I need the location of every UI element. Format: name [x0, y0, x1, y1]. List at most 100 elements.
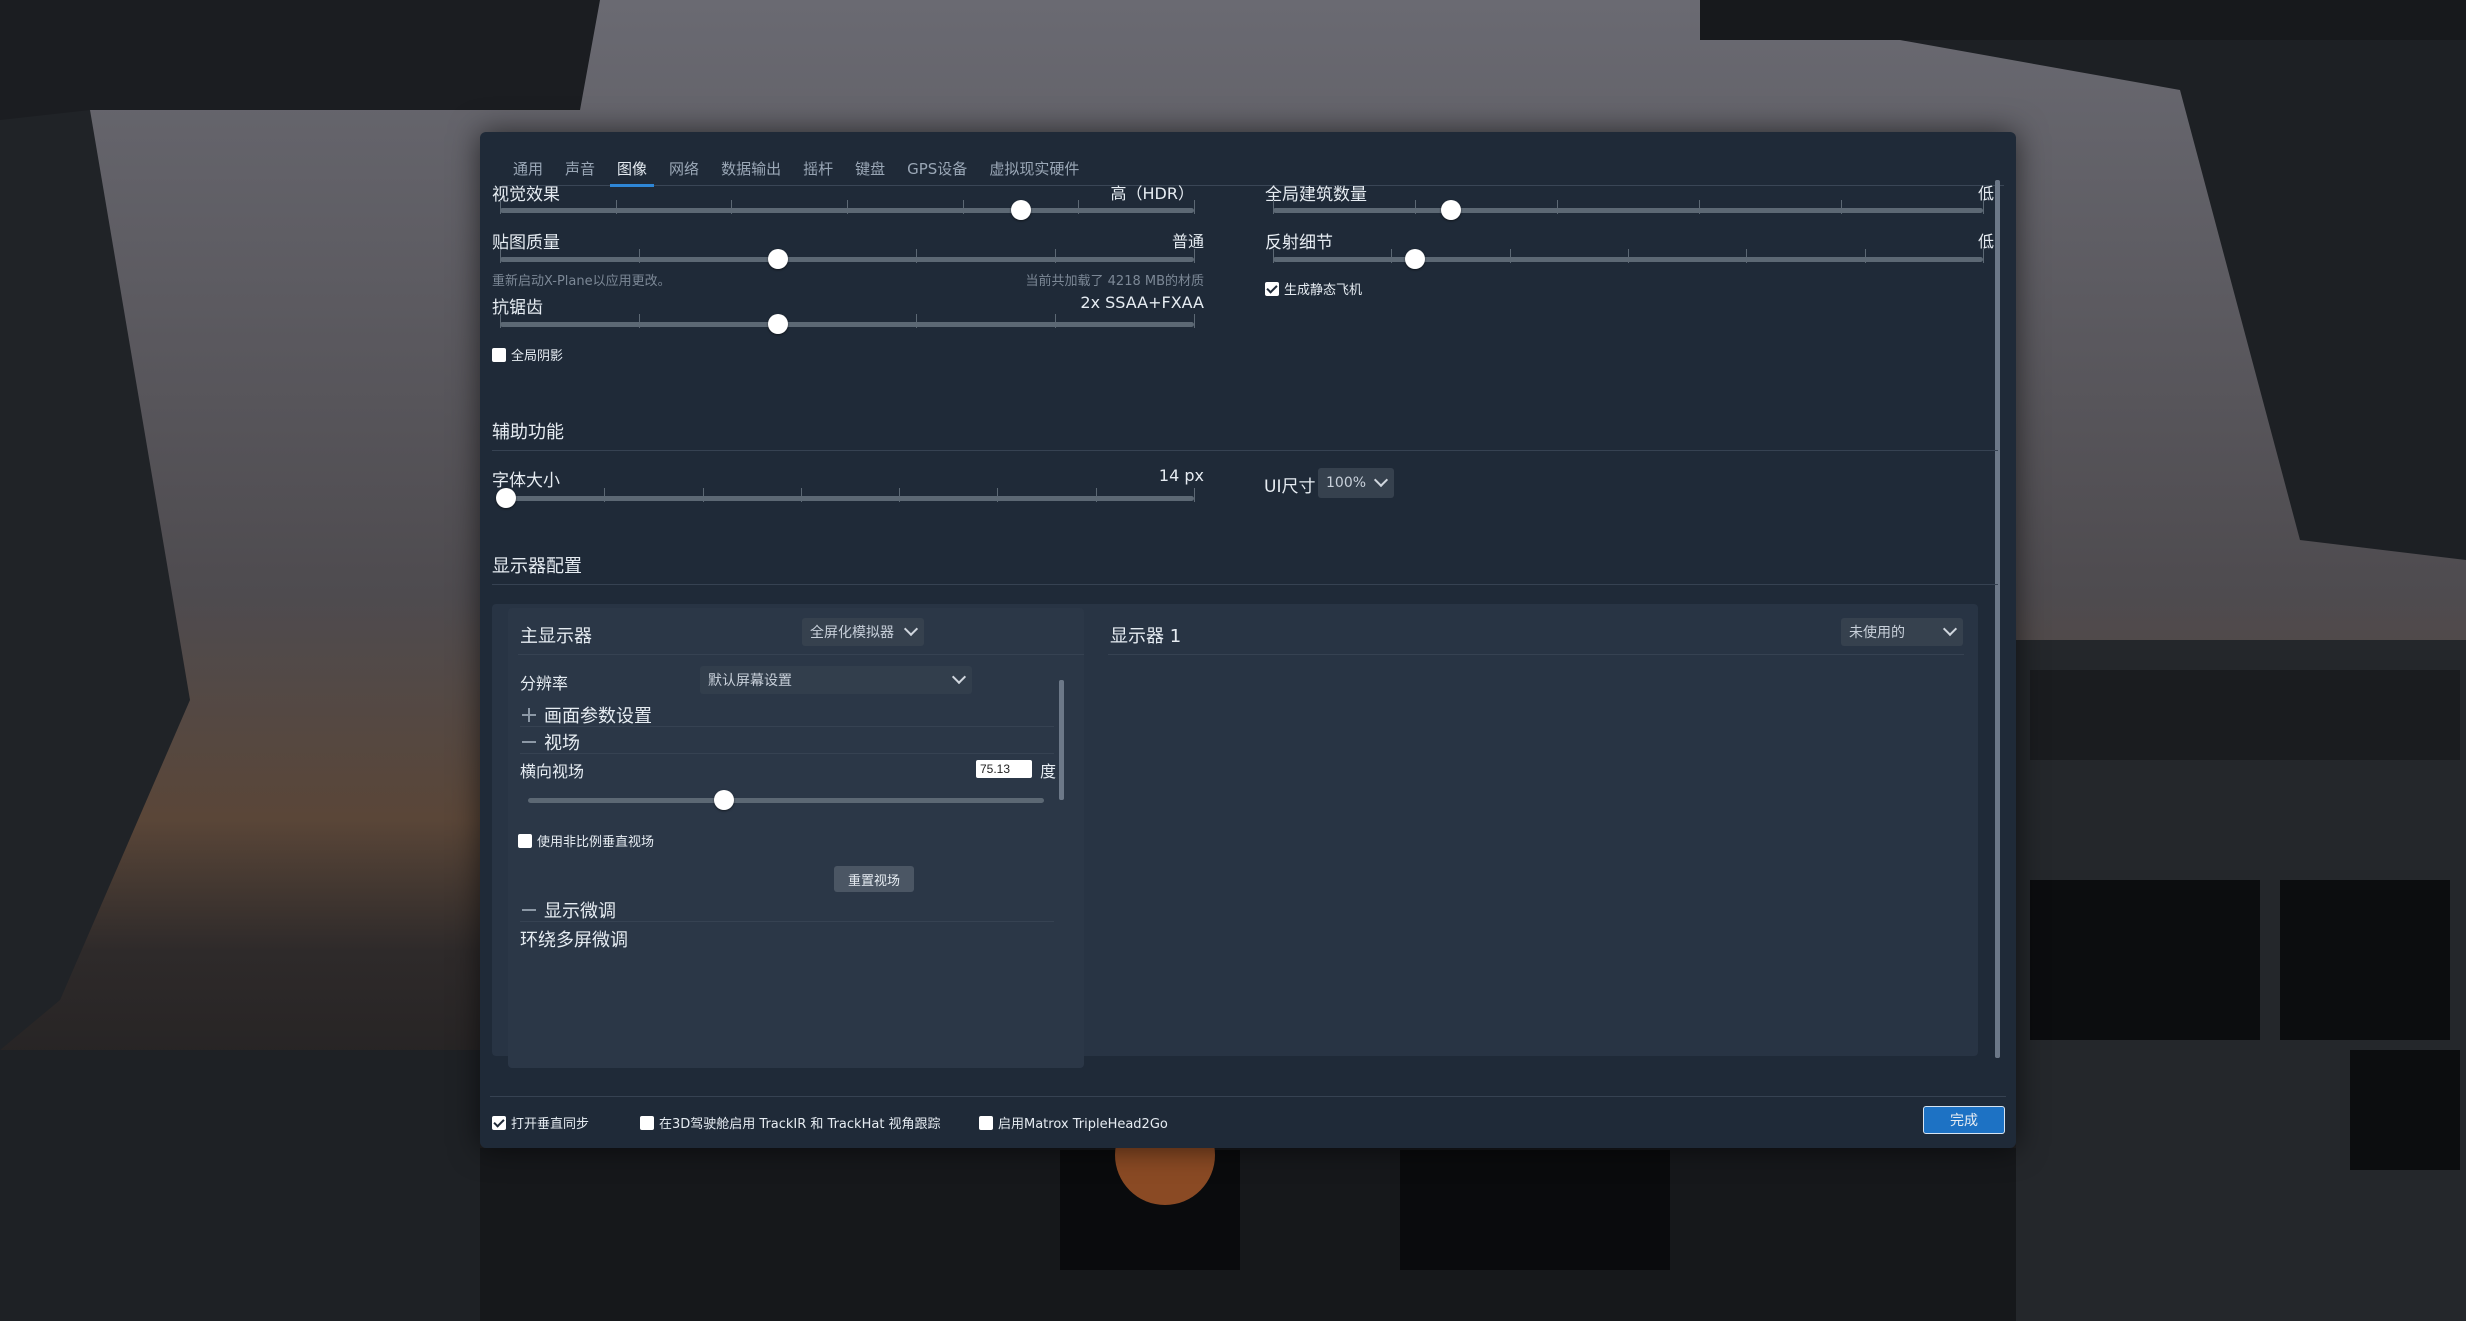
- slider-track[interactable]: [528, 798, 1044, 803]
- hfov-input[interactable]: [976, 760, 1032, 778]
- tab-network[interactable]: 网络: [658, 146, 710, 186]
- slider-tick: [1983, 249, 1984, 263]
- slider-knob[interactable]: [496, 488, 516, 508]
- slider-tick: [800, 488, 802, 502]
- tab-graphics[interactable]: 图像: [606, 146, 658, 187]
- collapse-minus-icon: [520, 733, 538, 751]
- slider-tick: [1194, 249, 1195, 263]
- global-shadows-box[interactable]: [492, 347, 506, 362]
- chevron-down-icon: [1942, 621, 1958, 637]
- ui-size-label: UI尺寸: [1264, 477, 1316, 497]
- monitor-1-mode-value: 未使用的: [1849, 625, 1905, 641]
- tab-gps-devices[interactable]: GPS设备: [896, 146, 978, 186]
- monitor-1-divider: [1108, 654, 1964, 655]
- slider-tick: [962, 200, 964, 214]
- done-button[interactable]: 完成: [1923, 1106, 2005, 1134]
- slider-tick: [731, 200, 733, 214]
- slider-track[interactable]: [500, 322, 1194, 327]
- chevron-down-icon: [951, 669, 967, 685]
- matrox-box[interactable]: [979, 1115, 993, 1130]
- reflection-detail-slider[interactable]: [1273, 249, 1984, 269]
- trackir-checkbox[interactable]: 在3D驾驶舱启用 TrackIR 和 TrackHat 视角跟踪: [640, 1113, 941, 1132]
- slider-tick: [1194, 488, 1195, 502]
- collapse-minus-icon: [520, 901, 538, 919]
- hfov-slider[interactable]: [528, 790, 1044, 810]
- slider-tick: [615, 200, 617, 214]
- primary-monitor-scrollbar-thumb[interactable]: [1059, 680, 1064, 800]
- slider-tick: [1415, 200, 1416, 214]
- slider-tick: [1699, 200, 1700, 214]
- tab-sound[interactable]: 声音: [554, 146, 606, 186]
- slider-knob[interactable]: [1440, 200, 1461, 220]
- settings-scrollbar-thumb[interactable]: [1995, 180, 2000, 1058]
- accessibility-heading: 辅助功能: [492, 422, 564, 443]
- display-tuning-expander[interactable]: 显示微调: [520, 897, 616, 923]
- tab-joystick[interactable]: 摇杆: [792, 146, 844, 186]
- accessibility-divider: [492, 450, 1998, 451]
- chevron-down-icon: [903, 621, 919, 637]
- world-objects-slider[interactable]: [1273, 200, 1984, 220]
- chevron-down-icon: [1373, 472, 1389, 488]
- resolution-dropdown[interactable]: 默认屏幕设置: [700, 666, 972, 694]
- slider-knob[interactable]: [1405, 249, 1425, 269]
- monitor-1-title: 显示器 1: [1110, 626, 1182, 647]
- non-proportional-fov-box[interactable]: [518, 833, 532, 848]
- slider-tick: [1864, 249, 1866, 263]
- tab-data-output[interactable]: 数据输出: [710, 146, 792, 186]
- font-size-value: 14 px: [1158, 466, 1204, 485]
- display-tuning-label: 显示微调: [544, 901, 616, 922]
- global-shadows-checkbox[interactable]: 全局阴影: [492, 345, 563, 364]
- antialiasing-slider[interactable]: [500, 314, 1195, 334]
- display-mode-dropdown[interactable]: 全屏化模拟器: [802, 618, 924, 646]
- monitor-1-panel: 显示器 1 未使用的: [1100, 608, 1978, 1052]
- monitor-1-mode-dropdown[interactable]: 未使用的: [1841, 618, 1963, 646]
- ui-size-dropdown[interactable]: 100%: [1318, 468, 1394, 498]
- slider-tick: [997, 488, 999, 502]
- tab-keyboard[interactable]: 键盘: [844, 146, 896, 186]
- texture-quality-slider[interactable]: [500, 249, 1195, 269]
- slider-tick: [1078, 200, 1080, 214]
- static-aircraft-checkbox[interactable]: 生成静态飞机: [1265, 279, 1362, 298]
- slider-track[interactable]: [1273, 208, 1983, 213]
- vsync-box[interactable]: [492, 1115, 506, 1130]
- slider-knob[interactable]: [767, 314, 788, 334]
- resolution-label: 分辨率: [520, 674, 569, 693]
- surround-tuning-label[interactable]: 环绕多屏微调: [520, 926, 628, 952]
- slider-knob[interactable]: [767, 249, 788, 269]
- slider-tick: [1983, 200, 1984, 214]
- tab-bar: 通用 声音 图像 网络 数据输出 摇杆 键盘 GPS设备 虚拟现实硬件: [502, 146, 2004, 187]
- visual-effects-slider[interactable]: [500, 200, 1195, 220]
- field-of-view-expander[interactable]: 视场: [520, 729, 580, 755]
- trackir-label: 在3D驾驶舱启用 TrackIR 和 TrackHat 视角跟踪: [659, 1117, 941, 1132]
- slider-tick: [1194, 314, 1195, 328]
- slider-knob[interactable]: [1010, 200, 1031, 220]
- field-of-view-label: 视场: [544, 733, 580, 754]
- non-proportional-fov-checkbox[interactable]: 使用非比例垂直视场: [518, 831, 654, 850]
- slider-track[interactable]: [500, 257, 1194, 262]
- non-proportional-fov-label: 使用非比例垂直视场: [537, 835, 655, 850]
- trackir-box[interactable]: [640, 1115, 654, 1130]
- slider-tick: [500, 200, 501, 214]
- graphics-settings-divider: [520, 726, 1054, 727]
- slider-tick: [1194, 200, 1195, 214]
- slider-tick: [638, 249, 640, 263]
- slider-track[interactable]: [506, 496, 1194, 501]
- slider-tick: [500, 249, 501, 263]
- slider-tick: [1273, 249, 1274, 263]
- hfov-label: 横向视场: [520, 762, 585, 781]
- font-size-slider[interactable]: [496, 488, 1195, 508]
- graphics-settings-expander[interactable]: 画面参数设置: [520, 702, 652, 728]
- monitor-config-heading: 显示器配置: [492, 556, 582, 577]
- settings-scrollbar[interactable]: [1995, 180, 2000, 1058]
- slider-knob[interactable]: [714, 790, 735, 810]
- reset-fov-button[interactable]: 重置视场: [834, 866, 914, 892]
- static-aircraft-box[interactable]: [1265, 281, 1279, 296]
- vsync-label: 打开垂直同步: [511, 1117, 590, 1132]
- slider-tick: [1055, 249, 1057, 263]
- tab-vr-hardware[interactable]: 虚拟现实硬件: [978, 146, 1090, 186]
- expand-plus-icon: [520, 706, 538, 724]
- primary-monitor-scrollbar[interactable]: [1059, 680, 1064, 800]
- vsync-checkbox[interactable]: 打开垂直同步: [492, 1113, 589, 1132]
- matrox-label: 启用Matrox TripleHead2Go: [998, 1117, 1168, 1132]
- matrox-checkbox[interactable]: 启用Matrox TripleHead2Go: [979, 1113, 1168, 1132]
